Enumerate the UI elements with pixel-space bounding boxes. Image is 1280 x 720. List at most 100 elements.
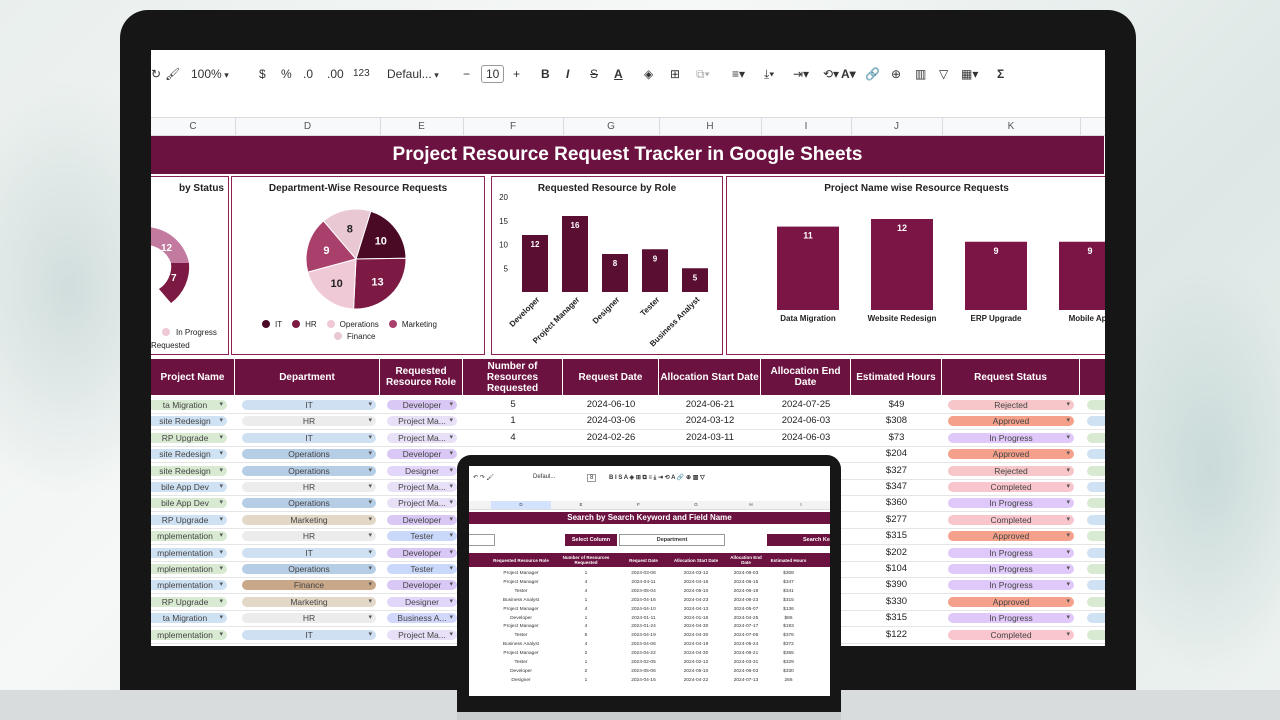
search-result-row[interactable]: Tester 5 2024-04-19 2024-04-30 2024-07-06 $37…: [469, 631, 830, 640]
department-dropdown[interactable]: Operations: [242, 465, 376, 476]
next-column-chip[interactable]: [1087, 564, 1105, 574]
department-dropdown[interactable]: IT: [242, 432, 376, 443]
role-dropdown[interactable]: Developer: [387, 449, 457, 460]
search-result-row[interactable]: Project Manager 2 2024-04-22 2024-04-30 2024…: [469, 649, 830, 658]
status-dropdown[interactable]: Rejected: [948, 465, 1074, 476]
department-legend-item[interactable]: IT: [262, 319, 282, 331]
column-header[interactable]: G: [563, 118, 660, 135]
filter-views-icon[interactable]: ▦▾: [961, 64, 978, 84]
status-dropdown[interactable]: In Progress: [948, 564, 1074, 574]
department-legend-item[interactable]: Operations: [326, 319, 379, 331]
comment-icon[interactable]: ⊕: [891, 64, 901, 84]
status-dropdown[interactable]: Approved: [948, 596, 1074, 607]
next-column-chip[interactable]: [1087, 465, 1105, 476]
italic-button[interactable]: I: [566, 64, 569, 84]
borders-icon[interactable]: ⊞: [670, 64, 680, 84]
column-header[interactable]: H: [659, 118, 762, 135]
paint-format-icon[interactable]: 🖌: [165, 64, 180, 84]
number-format-button[interactable]: 123: [353, 64, 370, 84]
status-dropdown[interactable]: In Progress: [948, 580, 1074, 591]
mini-undo-icon[interactable]: ↶ ↷ 🖌: [473, 474, 494, 481]
project-name-dropdown[interactable]: RP Upgrade: [151, 514, 227, 525]
mini-font-select[interactable]: Defaul...: [533, 474, 555, 480]
filter-icon[interactable]: ▽: [939, 64, 948, 84]
project-name-dropdown[interactable]: bile App Dev: [151, 482, 227, 492]
role-dropdown[interactable]: Project Ma...: [387, 498, 457, 509]
font-size-decrease-button[interactable]: −: [463, 64, 470, 84]
status-dropdown[interactable]: Approved: [948, 449, 1074, 460]
status-chart-panel[interactable]: by Status 12 7 In Progress Requested: [151, 176, 229, 355]
functions-button[interactable]: Σ: [997, 64, 1004, 84]
table-header-cell[interactable]: Project Name: [151, 359, 235, 395]
project-name-dropdown[interactable]: mplementation: [151, 564, 227, 574]
project-name-dropdown[interactable]: mplementation: [151, 531, 227, 542]
link-icon[interactable]: 🔗: [865, 64, 880, 84]
valign-icon[interactable]: ⤓▾: [764, 64, 774, 84]
search-result-row[interactable]: Business Analyst 4 2024-04-06 2024-04-19 202…: [469, 640, 830, 649]
next-column-chip[interactable]: [1087, 596, 1105, 607]
table-header-cell[interactable]: Estimated Hours: [851, 359, 942, 395]
next-column-chip[interactable]: [1087, 580, 1105, 591]
status-dropdown[interactable]: In Progress: [948, 613, 1074, 624]
column-header[interactable]: D: [235, 118, 381, 135]
search-result-row[interactable]: Tester 1 2024-02-05 2024-02-12 2024-03-31 $32…: [469, 658, 830, 667]
next-column-chip[interactable]: [1087, 531, 1105, 542]
next-column-chip[interactable]: [1087, 482, 1105, 492]
select-column-dropdown[interactable]: Department: [619, 534, 725, 546]
department-dropdown[interactable]: Finance: [242, 580, 376, 591]
status-dropdown[interactable]: Completed: [948, 514, 1074, 525]
role-dropdown[interactable]: Developer: [387, 547, 457, 558]
font-size-input[interactable]: 10: [481, 65, 505, 83]
next-column-chip[interactable]: [1087, 449, 1105, 460]
status-dropdown[interactable]: Completed: [948, 629, 1074, 640]
department-dropdown[interactable]: HR: [242, 416, 376, 427]
search-header-cell[interactable]: Request Date: [621, 553, 666, 567]
next-column-chip[interactable]: [1087, 613, 1105, 624]
status-dropdown[interactable]: In Progress: [948, 498, 1074, 509]
project-name-dropdown[interactable]: site Redesign: [151, 416, 227, 427]
next-column-chip[interactable]: [1087, 629, 1105, 640]
department-dropdown[interactable]: HR: [242, 531, 376, 542]
role-dropdown[interactable]: Project Ma...: [387, 416, 457, 427]
project-name-dropdown[interactable]: RP Upgrade: [151, 596, 227, 607]
next-column-chip[interactable]: [1087, 498, 1105, 509]
bold-button[interactable]: B: [541, 64, 550, 84]
search-result-row[interactable]: Project Manager 1 2024-03-06 2024-03-12 2024…: [469, 569, 830, 578]
project-name-dropdown[interactable]: RP Upgrade: [151, 432, 227, 443]
percent-button[interactable]: %: [281, 64, 292, 84]
department-chart-panel[interactable]: Department-Wise Resource Requests 10 13 10…: [231, 176, 485, 355]
department-dropdown[interactable]: Operations: [242, 564, 376, 574]
department-legend-item[interactable]: HR: [292, 319, 317, 331]
role-dropdown[interactable]: Tester: [387, 531, 457, 542]
status-dropdown[interactable]: Approved: [948, 416, 1074, 427]
column-header[interactable]: I: [761, 118, 852, 135]
role-dropdown[interactable]: Developer: [387, 400, 457, 410]
department-dropdown[interactable]: HR: [242, 613, 376, 624]
department-dropdown[interactable]: Operations: [242, 449, 376, 460]
search-result-row[interactable]: Business Analyst 1 2024-04-16 2024-04-23 202…: [469, 596, 830, 605]
status-dropdown[interactable]: In Progress: [948, 432, 1074, 443]
table-header-cell[interactable]: Allocation Start Date: [659, 359, 761, 395]
table-row[interactable]: ta Migration IT Developer 5 2024-06-10 2024-0…: [151, 397, 1105, 414]
wrap-icon[interactable]: ⇥▾: [793, 64, 809, 84]
search-header-cell[interactable]: Allocation End Date: [726, 553, 766, 567]
next-column-chip[interactable]: [1087, 547, 1105, 558]
column-header[interactable]: E: [380, 118, 464, 135]
role-dropdown[interactable]: Designer: [387, 596, 457, 607]
text-rotation-icon[interactable]: A▾: [841, 64, 856, 84]
text-color-button[interactable]: A: [614, 64, 623, 84]
project-chart-panel[interactable]: Project Name wise Resource Requests 11 Da…: [726, 176, 1105, 355]
column-header[interactable]: J: [851, 118, 943, 135]
project-name-dropdown[interactable]: ta Migration: [151, 400, 227, 410]
search-result-row[interactable]: Project Manager 4 2024-04-11 2024-04-16 2024…: [469, 578, 830, 587]
status-dropdown[interactable]: Completed: [948, 482, 1074, 492]
table-header-cell[interactable]: Request Status: [942, 359, 1080, 395]
increase-decimal-button[interactable]: .00: [327, 64, 344, 84]
search-result-row[interactable]: Developer 2 2024-05-06 2024-05-10 2024-06-03…: [469, 667, 830, 676]
role-dropdown[interactable]: Project Ma...: [387, 629, 457, 640]
column-header[interactable]: F: [463, 118, 564, 135]
table-header-cell[interactable]: Department: [235, 359, 380, 395]
table-row[interactable]: RP Upgrade IT Project Ma... 4 2024-02-26 2024…: [151, 430, 1105, 447]
search-header-cell[interactable]: Number of Resources Requested: [551, 553, 621, 567]
role-dropdown[interactable]: Business A...: [387, 613, 457, 624]
